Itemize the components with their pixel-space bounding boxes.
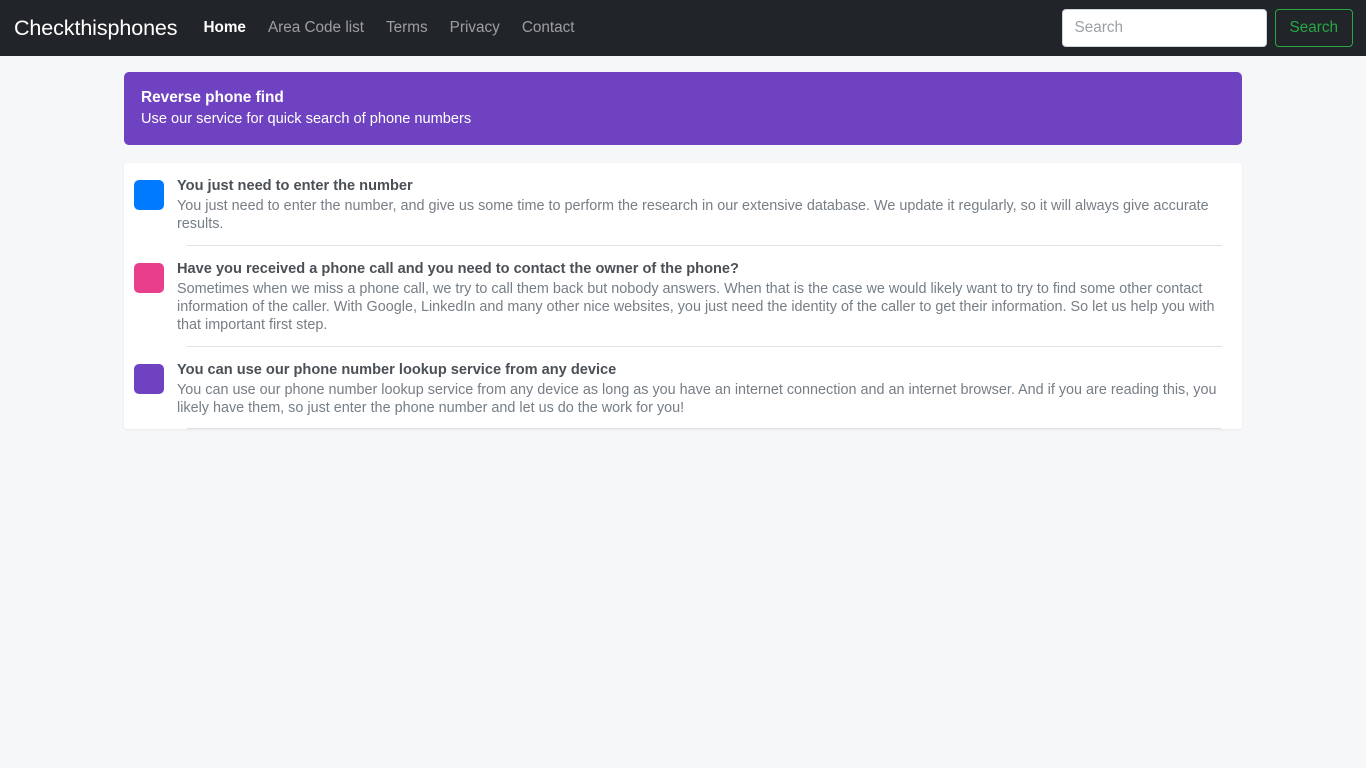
info-block-2-text: Sometimes when we miss a phone call, we … bbox=[177, 281, 1215, 333]
nav-item-privacy[interactable]: Privacy bbox=[450, 19, 500, 37]
info-block-2-title: Have you received a phone call and you n… bbox=[177, 261, 739, 278]
nav-item-area-code-list[interactable]: Area Code list bbox=[268, 19, 364, 37]
info-block-3-body: You can use our phone number lookup serv… bbox=[177, 361, 1232, 418]
search-button[interactable]: Search bbox=[1274, 9, 1353, 47]
nav-item-home[interactable]: Home bbox=[203, 19, 246, 37]
divider-2 bbox=[187, 345, 1222, 347]
info-card: You just need to enter the number You ju… bbox=[124, 163, 1242, 430]
navbar-search-form: Search bbox=[1061, 9, 1353, 47]
divider-3 bbox=[187, 428, 1222, 430]
divider-1 bbox=[187, 245, 1222, 247]
info-block-1: You just need to enter the number You ju… bbox=[134, 177, 1232, 234]
color-swatch-blue-icon bbox=[134, 180, 164, 211]
nav-item-contact[interactable]: Contact bbox=[522, 19, 575, 37]
banner-subtitle: Use our service for quick search of phon… bbox=[141, 111, 472, 128]
info-block-1-body: You just need to enter the number You ju… bbox=[177, 177, 1232, 234]
nav-item-terms[interactable]: Terms bbox=[386, 19, 428, 37]
info-block-1-text: You just need to enter the number, and g… bbox=[177, 198, 1209, 233]
nav-link-area-code-list[interactable]: Area Code list bbox=[268, 19, 364, 36]
info-block-3-text: You can use our phone number lookup serv… bbox=[177, 381, 1217, 416]
hero-banner: Reverse phone find Use our service for q… bbox=[124, 72, 1242, 146]
nav-link-terms[interactable]: Terms bbox=[386, 19, 428, 36]
color-swatch-pink-icon bbox=[134, 263, 164, 294]
info-block-3-title: You can use our phone number lookup serv… bbox=[177, 361, 617, 378]
brand-logo[interactable]: Checkthisphones bbox=[14, 16, 178, 41]
nav-link-privacy[interactable]: Privacy bbox=[450, 19, 500, 36]
top-navbar: Checkthisphones Home Area Code list Term… bbox=[0, 0, 1366, 56]
main-nav: Home Area Code list Terms Privacy Contac… bbox=[203, 19, 574, 37]
info-block-3: You can use our phone number lookup serv… bbox=[134, 361, 1232, 418]
nav-link-home[interactable]: Home bbox=[203, 19, 246, 36]
info-block-2: Have you received a phone call and you n… bbox=[134, 260, 1232, 335]
page-container: Reverse phone find Use our service for q… bbox=[124, 56, 1242, 430]
info-block-1-title: You just need to enter the number bbox=[177, 178, 413, 195]
search-input[interactable] bbox=[1061, 9, 1267, 47]
color-swatch-purple-icon bbox=[134, 363, 164, 394]
banner-title: Reverse phone find bbox=[141, 89, 284, 106]
info-block-2-body: Have you received a phone call and you n… bbox=[177, 260, 1232, 335]
nav-link-contact[interactable]: Contact bbox=[522, 19, 575, 36]
